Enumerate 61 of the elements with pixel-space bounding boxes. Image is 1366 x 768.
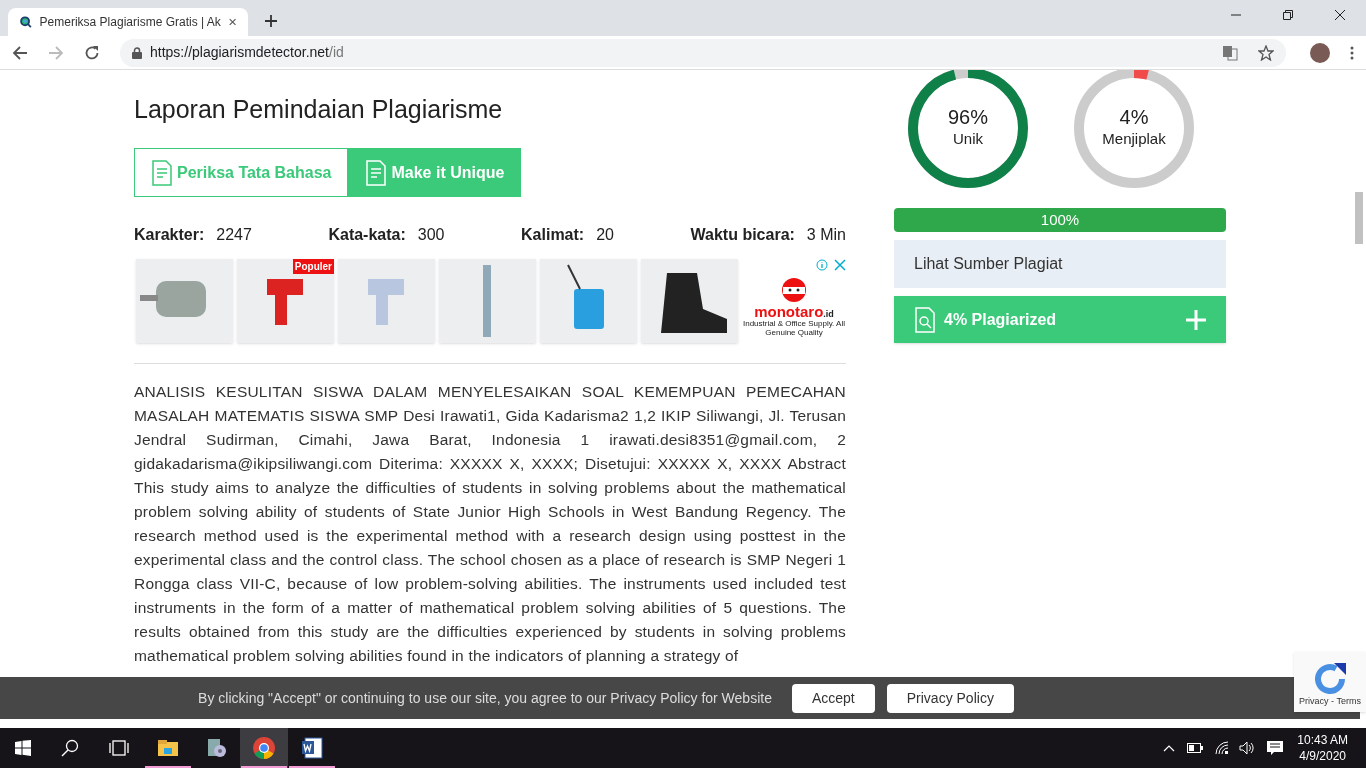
accept-button[interactable]: Accept	[791, 683, 875, 713]
brand-logo: monotaro.id	[754, 303, 834, 319]
recaptcha-badge[interactable]: Privacy - Terms	[1294, 652, 1366, 712]
score-percent: 4%	[1119, 105, 1149, 128]
browser-icon	[252, 736, 276, 760]
progress-reading: 100%	[1039, 209, 1081, 230]
task-view-icon[interactable]	[109, 740, 129, 756]
new-tab-icon[interactable]	[264, 14, 278, 28]
profile-avatar[interactable]	[1310, 42, 1330, 63]
score-label: Unik	[953, 128, 983, 149]
close-icon[interactable]	[1335, 10, 1345, 20]
tab-title: Pemeriksa Plagiarisme Gratis | Ak	[39, 14, 221, 31]
score-label: Menjiplak	[1102, 128, 1166, 149]
stat-label: Kata-kata:	[328, 225, 406, 245]
reload-icon[interactable]	[84, 44, 100, 61]
score-percent: 96%	[948, 105, 988, 128]
brand-tagline: Industrial & Office Supply. All Genuine Quality	[742, 318, 846, 337]
recaptcha-icon	[1312, 662, 1348, 695]
clock-time[interactable]: 10:43 AM	[1297, 732, 1348, 748]
stat-value: 3 Min	[806, 225, 846, 245]
browser-tab[interactable]: Pemeriksa Plagiarisme Gratis | Ak	[8, 8, 248, 36]
stat-label: Waktu bicara:	[690, 225, 795, 245]
address-bar[interactable]: https://plagiarismdetector.net/id	[120, 38, 1286, 67]
translate-icon[interactable]	[1222, 44, 1238, 61]
plus-icon	[1186, 309, 1206, 330]
stat-label: Kalimat:	[521, 225, 585, 245]
speaker-icon[interactable]	[1239, 741, 1256, 755]
ad-banner[interactable]: Populer monotaro.id Industrial & Office Supply. All Genuine Quality	[134, 259, 846, 345]
stat-label: Karakter:	[134, 225, 205, 245]
popular-badge: Populer	[292, 259, 334, 274]
magnifier-logo-icon	[20, 14, 32, 30]
document-icon	[151, 159, 173, 186]
notification-icon[interactable]	[1267, 740, 1284, 756]
search-icon[interactable]	[61, 739, 79, 757]
document-search-icon	[914, 306, 936, 333]
chevron-up-icon[interactable]	[1163, 744, 1176, 752]
lock-icon	[132, 46, 142, 59]
stat-value: 2247	[216, 225, 252, 245]
cookie-notice: By clicking "Accept" or continuing to use our site, you agree to our Privacy Policy for Website	[198, 688, 772, 708]
close-icon[interactable]	[228, 17, 236, 27]
document-w-icon	[300, 736, 324, 760]
star-icon[interactable]	[1258, 44, 1274, 61]
scanned-text: ANALISIS KESULITAN SISWA DALAM MENYELESAIKAN SOAL KEMEMPUAN PEMECAHAN MASALAH MATEMATIS SISWA SMP Desi Irawati1, Gida Kadarisma2 1,2 IKIP Siliwangi, Jl. Terusan Jendral Sudirman, Cimahi, Jawa Barat, Indonesia 1 irawati.desi8351@gmail.com, 2 gidakadarisma@ikipsiliwangi.com Diterima: XXXXX X, XXXX; Disetujui: XXXXX X, XXXX Abstract This study aims to analyze the difficulties of students in solving problems about the mathematical problem solving ability of students of State Junior High Schools in West Bandung Regency. The research method used is the experimental method with a research design using posttest in the experimental class and the control class. The school chosen as a place of research is SMP Negeri 1 Rongga class VII-C, because of low problem-solving abilities. The instruments used included test instruments in the form of a matter of mathematical problem solving abilities of 5 questions. The results obtained from this study are the difficulties experienced by students in solving problems mathematical problem solving abilities found in the indicators of planning a strategy of	[134, 382, 846, 666]
stat-value: 300	[417, 225, 445, 245]
back-arrow-icon[interactable]	[12, 44, 28, 61]
sources-header: Lihat Sumber Plagiat	[894, 240, 1226, 288]
scrollbar-thumb[interactable]	[1355, 192, 1363, 244]
url-text: https://plagiarismdetector.net/id	[150, 43, 345, 62]
taskbar-app[interactable]	[240, 728, 288, 768]
recaptcha-links[interactable]: Privacy - Terms	[1299, 694, 1361, 708]
windows-start-icon[interactable]	[15, 740, 31, 756]
stat-value: 20	[596, 225, 614, 245]
restore-icon[interactable]	[1283, 10, 1293, 20]
menu-icon[interactable]	[1350, 45, 1354, 60]
battery-icon[interactable]	[1187, 743, 1204, 753]
wifi-icon[interactable]	[1215, 741, 1230, 755]
document-icon	[365, 159, 388, 186]
report-title: Laporan Pemindaian Plagiarisme	[134, 94, 504, 124]
privacy-policy-button[interactable]: Privacy Policy	[886, 683, 1014, 713]
clock-date[interactable]: 4/9/2020	[1299, 748, 1346, 764]
ninja-mascot-icon	[780, 275, 808, 304]
